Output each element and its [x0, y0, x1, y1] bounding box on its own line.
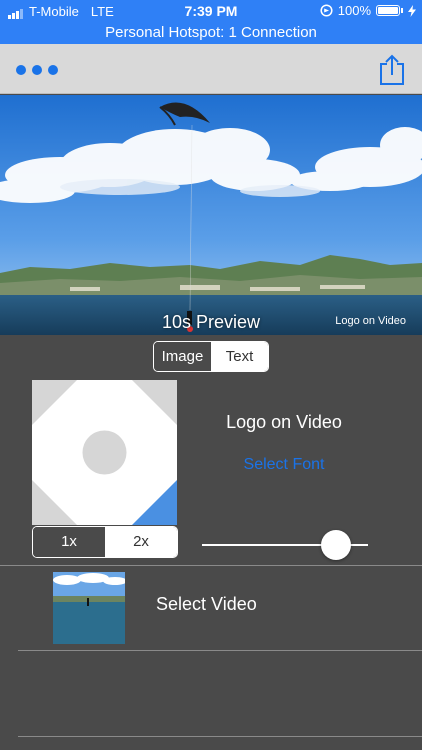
battery-tip — [401, 8, 403, 13]
status-right: 100% — [320, 3, 416, 18]
mode-option-image[interactable]: Image — [154, 342, 211, 371]
battery-percent: 100% — [337, 3, 371, 18]
more-icon-dot — [32, 65, 42, 75]
share-icon[interactable] — [378, 54, 406, 86]
scale-option-2x[interactable]: 2x — [105, 527, 177, 557]
select-video-row[interactable]: Select Video — [0, 566, 422, 650]
hotspot-banner[interactable]: Personal Hotspot: 1 Connection — [0, 22, 422, 44]
row-divider — [18, 650, 422, 651]
location-lock-icon — [320, 4, 333, 17]
slider-thumb[interactable] — [321, 530, 352, 560]
battery-icon — [376, 5, 400, 16]
mode-toggle[interactable]: Image Text — [153, 341, 269, 372]
preview-scene-image — [0, 95, 422, 335]
video-preview[interactable]: 10s Preview Logo on Video — [0, 95, 422, 335]
navigation-bar — [0, 44, 422, 94]
size-slider[interactable] — [202, 530, 368, 560]
scale-toggle[interactable]: 1x 2x — [32, 526, 178, 558]
more-button[interactable] — [16, 62, 60, 78]
logo-text-field[interactable]: Logo on Video — [196, 412, 372, 433]
scale-option-1x[interactable]: 1x — [33, 527, 105, 557]
bottom-divider — [18, 736, 422, 737]
preview-watermark: Logo on Video — [335, 315, 406, 327]
mode-option-text[interactable]: Text — [211, 342, 268, 371]
charging-icon — [408, 4, 416, 17]
more-icon — [16, 65, 26, 75]
select-font-button[interactable]: Select Font — [196, 456, 372, 474]
more-icon-dot — [48, 65, 58, 75]
video-thumbnail — [53, 572, 125, 644]
select-video-label: Select Video — [156, 594, 257, 614]
logo-image[interactable] — [32, 380, 177, 525]
status-bar: T-Mobile LTE 7:39 PM 100% — [0, 0, 422, 22]
